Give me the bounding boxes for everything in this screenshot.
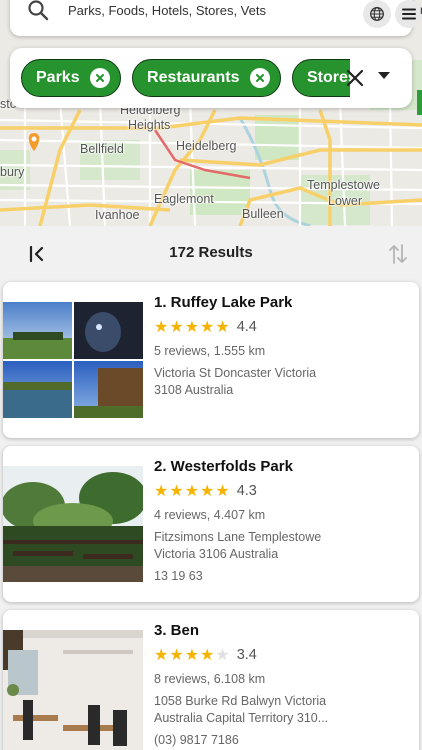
place-title[interactable]: 2. Westerfolds Park	[154, 458, 409, 475]
map-label: Heights	[128, 118, 171, 132]
map-label: Eaglemont	[154, 192, 214, 206]
results-count: 172 Results	[169, 244, 253, 261]
place-address: 1058 Burke Rd Balwyn Victoria Australia …	[154, 693, 409, 727]
language-button[interactable]	[363, 0, 391, 28]
chip-stores[interactable]: Stores	[291, 59, 350, 97]
chip-parks[interactable]: Parks	[21, 59, 121, 97]
map-label: Bulleen	[242, 207, 284, 221]
rating-row: ★ ★ ★ ★ ★ 3.4	[154, 645, 409, 665]
reviews-distance: 5 reviews, 1.555 km	[154, 344, 266, 358]
place-info: 2. Westerfolds Park ★ ★ ★ ★ ★ 4.3 4 reviews,…	[154, 458, 409, 583]
address-line: 1058 Burke Rd Balwyn Victoria	[154, 694, 327, 708]
result-card[interactable]: 1. Ruffey Lake Park ★ ★ ★ ★ ★ 4.4 5 reviews,…	[3, 282, 419, 438]
address-line: Victoria St Doncaster Victoria	[154, 366, 317, 380]
map-label: Bellfield	[80, 142, 124, 156]
address-line: 3108 Australia	[154, 383, 234, 397]
star-icon: ★	[215, 645, 230, 664]
chip-label: Parks	[36, 69, 80, 86]
place-title[interactable]: 3. Ben	[154, 622, 409, 639]
star-icon: ★	[215, 481, 230, 500]
star-icon: ★	[154, 481, 169, 500]
menu-icon	[402, 8, 416, 20]
reviews-distance: 4 reviews, 4.407 km	[154, 508, 266, 522]
star-icon: ★	[184, 481, 200, 500]
star-icon: ★	[169, 481, 184, 500]
place-title[interactable]: 1. Ruffey Lake Park	[154, 294, 409, 311]
map-label: Templestowe	[307, 178, 380, 192]
star-icon: ★	[184, 317, 200, 336]
address-line: Fitzsimons Lane Templestowe	[154, 530, 322, 544]
caret-down-icon[interactable]	[378, 72, 390, 79]
close-circle-icon[interactable]	[89, 68, 110, 88]
chip-restaurants[interactable]: Restaurants	[132, 59, 281, 97]
star-rating: ★ ★ ★ ★ ★	[154, 318, 231, 336]
search-input[interactable]: Parks, Foods, Hotels, Stores, Vets	[68, 3, 266, 18]
star-icon: ★	[200, 317, 215, 336]
place-photo	[3, 630, 143, 750]
rating-row: ★ ★ ★ ★ ★ 4.4	[154, 317, 409, 337]
close-circle-icon[interactable]	[249, 68, 270, 88]
place-info: 3. Ben ★ ★ ★ ★ ★ 3.4 8 reviews, 6.108 km 105…	[154, 622, 409, 747]
star-icon: ★	[184, 645, 200, 664]
address-line: Australia Capital Territory 310...	[154, 711, 329, 725]
place-address: Fitzsimons Lane Templestowe Victoria 310…	[154, 529, 409, 563]
map-label: bury	[0, 165, 25, 179]
star-icon: ★	[154, 317, 169, 336]
rating-value: 4.4	[236, 319, 257, 335]
reviews-distance: 8 reviews, 6.108 km	[154, 672, 266, 686]
rating-value: 4.3	[236, 483, 257, 499]
star-icon: ★	[154, 645, 169, 664]
globe-icon	[370, 7, 384, 21]
place-photo	[3, 466, 143, 582]
place-info: 1. Ruffey Lake Park ★ ★ ★ ★ ★ 4.4 5 reviews,…	[154, 294, 409, 399]
star-icon: ★	[169, 317, 184, 336]
map-label: Heidelberg	[176, 139, 237, 153]
place-phone[interactable]: 13 19 63	[154, 569, 409, 583]
star-icon: ★	[215, 317, 230, 336]
filter-chip-bar: Parks Restaurants Stores	[10, 48, 412, 108]
results-header: 172 Results	[0, 226, 422, 280]
menu-button[interactable]	[395, 0, 422, 28]
results-panel: 172 Results 1. Ruffey Lake Park ★ ★ ★ ★ …	[0, 226, 422, 750]
result-card[interactable]: 2. Westerfolds Park ★ ★ ★ ★ ★ 4.3 4 reviews,…	[3, 446, 419, 602]
place-photo	[3, 302, 143, 418]
address-line: Victoria 3106 Australia	[154, 547, 279, 561]
rating-value: 3.4	[236, 647, 257, 663]
search-icon[interactable]	[26, 0, 50, 22]
star-rating: ★ ★ ★ ★ ★	[154, 646, 231, 664]
star-icon: ★	[200, 645, 215, 664]
place-address: Victoria St Doncaster Victoria 3108 Aust…	[154, 365, 409, 399]
sort-icon[interactable]	[386, 241, 410, 267]
result-card[interactable]: 3. Ben ★ ★ ★ ★ ★ 3.4 8 reviews, 6.108 km 105…	[3, 610, 419, 750]
star-rating: ★ ★ ★ ★ ★	[154, 482, 231, 500]
star-icon: ★	[169, 645, 184, 664]
close-icon[interactable]	[343, 66, 367, 90]
chip-list: Parks Restaurants Stores	[21, 59, 350, 99]
map-label: Lower	[328, 194, 363, 208]
search-bar[interactable]: Parks, Foods, Hotels, Stores, Vets nc	[10, 0, 422, 36]
map-label: Ivanhoe	[95, 208, 140, 222]
star-icon: ★	[200, 481, 215, 500]
rating-row: ★ ★ ★ ★ ★ 4.3	[154, 481, 409, 501]
place-phone[interactable]: (03) 9817 7186	[154, 733, 409, 747]
chip-label: Restaurants	[147, 69, 240, 86]
